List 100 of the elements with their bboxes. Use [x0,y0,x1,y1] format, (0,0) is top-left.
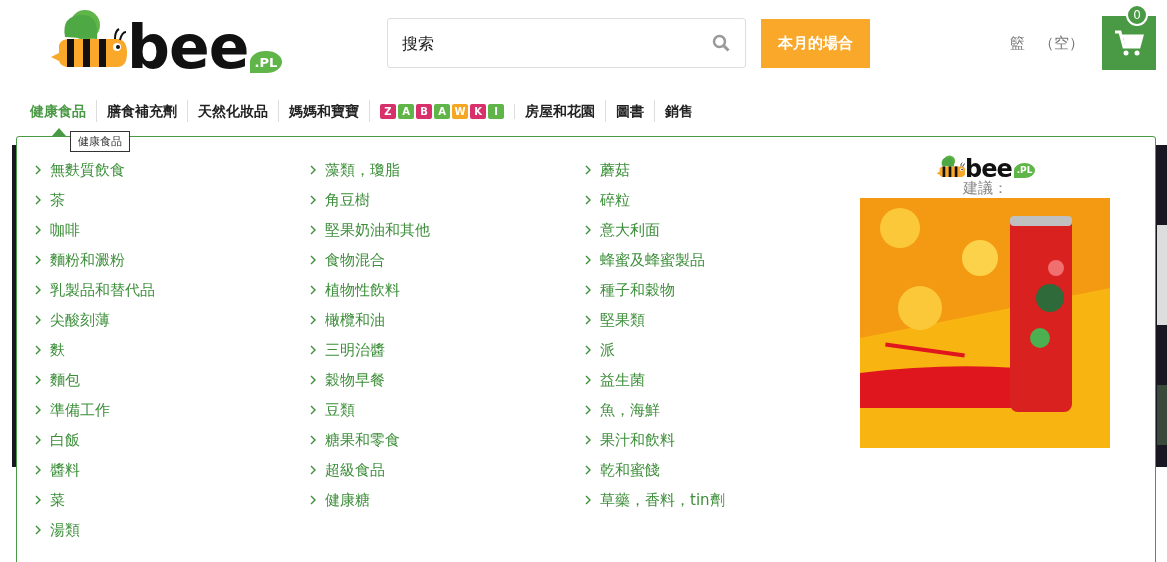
tooltip: 健康食品 [70,131,130,152]
category-link[interactable]: 派 [585,335,860,365]
category-link[interactable]: 豆類 [310,395,585,425]
category-link[interactable]: 堅果奶油和其他 [310,215,585,245]
chevron-icon [35,225,41,235]
chevron-icon [310,465,316,475]
category-link[interactable]: 乳製品和替代品 [35,275,310,305]
category-link[interactable]: 食物混合 [310,245,585,275]
chevron-icon [35,285,41,295]
nav-tab[interactable]: 圖書 [606,100,655,122]
letter-tile: K [470,103,486,119]
chevron-icon [35,495,41,505]
cart-count-badge: 0 [1126,4,1148,26]
search-icon[interactable] [712,34,730,52]
chevron-icon [585,345,591,355]
chevron-icon [35,165,41,175]
nav-tab[interactable]: 健康食品 [20,100,97,122]
basket-label[interactable]: 籃 [1010,33,1025,53]
chevron-icon [585,195,591,205]
category-link[interactable]: 健康糖 [310,485,585,515]
category-link[interactable]: 果汁和飲料 [585,425,860,455]
category-link[interactable]: 無麩質飲食 [35,155,310,185]
category-link[interactable]: 糖果和零食 [310,425,585,455]
category-link[interactable]: 醬料 [35,455,310,485]
logo-badge: .PL [250,51,282,74]
category-link[interactable]: 益生菌 [585,365,860,395]
category-link[interactable]: 藻類，瓊脂 [310,155,585,185]
category-link[interactable]: 麩 [35,335,310,365]
category-link[interactable]: 超級食品 [310,455,585,485]
category-link[interactable]: 碎粒 [585,185,860,215]
nav-tab[interactable]: 膳食補充劑 [97,100,188,122]
chevron-icon [585,165,591,175]
category-link[interactable]: 茶 [35,185,310,215]
chevron-icon [585,285,591,295]
chevron-icon [35,525,41,535]
search-field[interactable]: 搜索 [387,18,746,68]
nav-tab[interactable]: 銷售 [655,100,703,122]
category-link[interactable]: 植物性飲料 [310,275,585,305]
chevron-icon [35,435,41,445]
category-link[interactable]: 咖啡 [35,215,310,245]
category-link[interactable]: 穀物早餐 [310,365,585,395]
letter-tile: I [488,103,504,119]
chevron-icon [585,375,591,385]
chevron-icon [35,315,41,325]
logo-badge: .PL [1013,162,1036,179]
category-link[interactable]: 準備工作 [35,395,310,425]
chevron-icon [585,465,591,475]
category-link[interactable]: 白飯 [35,425,310,455]
category-link[interactable]: 乾和蜜餞 [585,455,860,485]
chevron-icon [310,435,316,445]
category-link[interactable]: 堅果類 [585,305,860,335]
chevron-icon [585,225,591,235]
category-link[interactable]: 橄欖和油 [310,305,585,335]
chevron-icon [35,255,41,265]
category-link[interactable]: 菜 [35,485,310,515]
nav-tab[interactable]: 房屋和花園 [515,100,606,122]
chevron-icon [310,315,316,325]
chevron-icon [310,345,316,355]
category-link[interactable]: 魚，海鮮 [585,395,860,425]
chevron-icon [35,405,41,415]
letter-tile: A [434,103,450,119]
letter-tile: Z [380,103,396,119]
letter-tile: W [452,103,468,119]
letter-tile: A [398,103,414,119]
category-link[interactable]: 麵包 [35,365,310,395]
chevron-icon [310,375,316,385]
category-link[interactable]: 意大利面 [585,215,860,245]
basket-status: （空） [1039,33,1084,53]
chevron-icon [585,435,591,445]
chevron-icon [585,405,591,415]
category-link[interactable]: 蘑菇 [585,155,860,185]
letter-tile: B [416,103,432,119]
category-link[interactable]: 草藥，香料，tin劑 [585,485,860,515]
chevron-icon [310,225,316,235]
category-link[interactable]: 尖酸刻薄 [35,305,310,335]
chevron-icon [35,345,41,355]
chevron-icon [585,315,591,325]
nav-tab[interactable]: 媽媽和寶寶 [279,100,370,122]
chevron-icon [585,255,591,265]
category-link[interactable]: 種子和穀物 [585,275,860,305]
category-link[interactable]: 角豆樹 [310,185,585,215]
suggestion-label: 建議： [962,180,1008,196]
chevron-icon [310,405,316,415]
chevron-icon [35,375,41,385]
chevron-icon [35,465,41,475]
category-link[interactable]: 湯類 [35,515,310,545]
chevron-icon [310,255,316,265]
category-link[interactable]: 蜂蜜及蜂蜜製品 [585,245,860,275]
chevron-icon [35,195,41,205]
logo-text[interactable]: bee [127,17,249,77]
category-link[interactable]: 三明治醬 [310,335,585,365]
chevron-icon [585,495,591,505]
nav-tab[interactable]: 天然化妝品 [188,100,279,122]
toys-tab[interactable]: Z A B A W K I [370,103,515,119]
category-link[interactable]: 麵粉和澱粉 [35,245,310,275]
chevron-icon [310,165,316,175]
chevron-icon [310,195,316,205]
chevron-icon [310,285,316,295]
cart-icon [1114,29,1144,57]
logo-text: bee [965,156,1012,181]
